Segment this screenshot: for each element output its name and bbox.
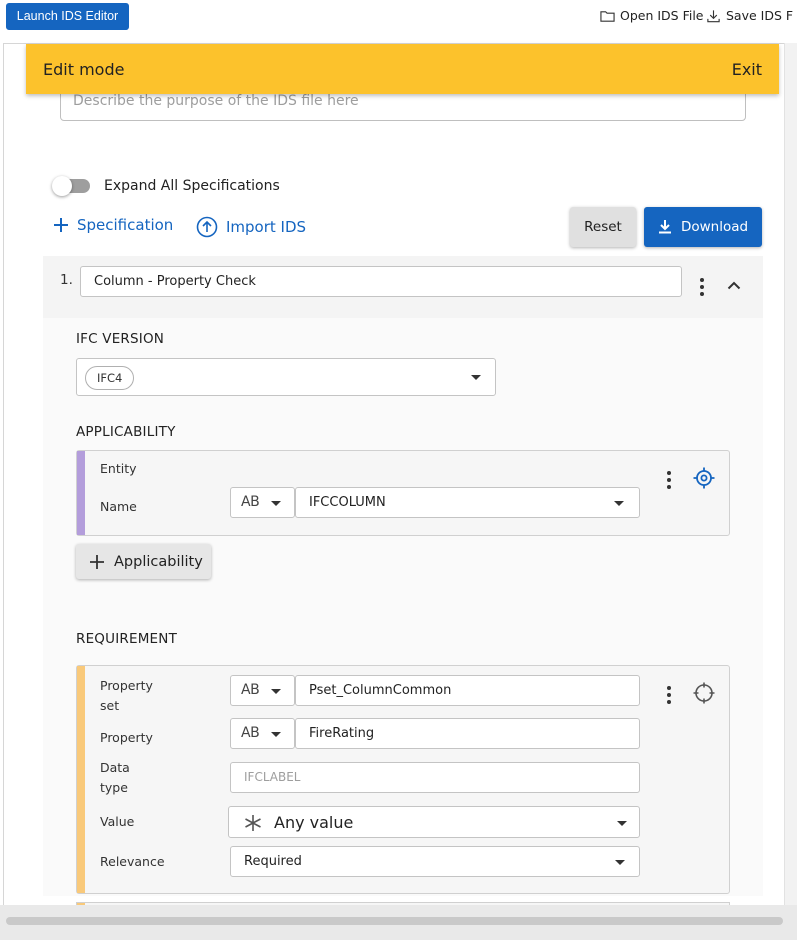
- value-label: Value: [100, 814, 135, 829]
- add-specification-label: Specification: [77, 216, 174, 234]
- entity-name-value: IFCCOLUMN: [309, 495, 386, 510]
- download-label: Download: [680, 219, 749, 235]
- ifc-version-label: IFC VERSION: [76, 331, 165, 347]
- expand-all-toggle-row: Expand All Specifications: [52, 176, 280, 196]
- specification-name-input[interactable]: Column - Property Check: [80, 266, 682, 297]
- asterisk-icon: [245, 815, 261, 831]
- save-ids-file-label: Save IDS F: [726, 8, 794, 23]
- add-specification-button[interactable]: Specification: [53, 216, 173, 234]
- property-set-input[interactable]: Pset_ColumnCommon: [295, 675, 640, 706]
- vertical-scrollbar[interactable]: [784, 43, 797, 913]
- applicability-more-icon[interactable]: [667, 471, 671, 492]
- chevron-down-icon: [615, 860, 625, 865]
- requirement-label: REQUIREMENT: [76, 631, 178, 647]
- value-text: Any value: [274, 813, 354, 832]
- chevron-up-icon[interactable]: [727, 280, 741, 290]
- relevance-select[interactable]: Required: [230, 846, 640, 877]
- folder-icon: [600, 10, 615, 22]
- requirement-card: Property set AB Pset_ColumnCommon Propert…: [76, 665, 730, 894]
- value-select[interactable]: Any value: [228, 806, 640, 838]
- upload-circle-icon: [196, 216, 218, 238]
- launch-ids-editor-button[interactable]: Launch IDS Editor: [6, 3, 129, 30]
- expand-all-label: Expand All Specifications: [104, 178, 280, 194]
- applicability-label: APPLICABILITY: [76, 424, 176, 440]
- chevron-down-icon: [471, 375, 481, 380]
- requirement-more-icon[interactable]: [667, 686, 671, 707]
- edit-mode-title: Edit mode: [43, 59, 125, 79]
- add-applicability-button[interactable]: Applicability: [76, 544, 211, 579]
- specification-more-icon[interactable]: [700, 278, 704, 299]
- toggle-knob: [52, 176, 72, 196]
- ifc-version-chip[interactable]: IFC4: [85, 366, 135, 390]
- ab-icon: AB: [241, 725, 260, 741]
- import-ids-button[interactable]: Import IDS: [196, 216, 306, 238]
- chevron-down-icon: [617, 821, 627, 826]
- expand-all-toggle[interactable]: [52, 176, 90, 196]
- plus-icon: [54, 218, 68, 232]
- property-label: Property: [100, 730, 153, 745]
- requirement-stripe: [77, 666, 85, 893]
- save-ids-file-button[interactable]: Save IDS F: [706, 8, 793, 23]
- ab-icon: AB: [241, 494, 260, 510]
- chevron-down-icon: [271, 501, 281, 506]
- target-icon[interactable]: [693, 467, 715, 489]
- download-button[interactable]: Download: [644, 207, 762, 247]
- chevron-down-icon: [614, 501, 624, 506]
- top-toolbar: Launch IDS Editor Open IDS File Save IDS…: [0, 0, 797, 44]
- download-icon: [658, 220, 671, 234]
- specification-index: 1.: [60, 272, 73, 288]
- property-set-mode-select[interactable]: AB: [230, 675, 295, 706]
- name-mode-select[interactable]: AB: [230, 487, 295, 518]
- import-ids-label: Import IDS: [226, 218, 307, 236]
- relevance-value: Required: [244, 854, 302, 869]
- horizontal-scrollbar-thumb[interactable]: [6, 917, 783, 925]
- relevance-label: Relevance: [100, 854, 165, 869]
- property-mode-select[interactable]: AB: [230, 718, 295, 749]
- data-type-label: Data type: [100, 760, 130, 795]
- data-type-input[interactable]: IFCLABEL: [230, 762, 640, 793]
- applicability-stripe: [77, 451, 85, 535]
- target-icon[interactable]: [693, 682, 715, 704]
- open-ids-file-button[interactable]: Open IDS File: [600, 8, 704, 23]
- exit-button[interactable]: Exit: [732, 60, 762, 79]
- entity-name-select[interactable]: IFCCOLUMN: [295, 487, 640, 518]
- plus-icon: [90, 554, 104, 569]
- chevron-down-icon: [271, 732, 281, 737]
- reset-button[interactable]: Reset: [570, 207, 636, 247]
- property-input[interactable]: FireRating: [295, 718, 640, 749]
- ifc-version-select[interactable]: IFC4: [76, 358, 496, 396]
- download-icon: [707, 9, 720, 22]
- property-set-label: Property set: [100, 678, 153, 713]
- name-label: Name: [100, 499, 137, 514]
- open-ids-file-label: Open IDS File: [620, 8, 704, 23]
- edit-mode-banner: Edit mode Exit: [26, 44, 779, 94]
- facet-type-label: Entity: [100, 461, 137, 476]
- applicability-card: Entity Name AB IFCCOLUMN: [76, 450, 730, 536]
- chevron-down-icon: [271, 689, 281, 694]
- ab-icon: AB: [241, 682, 260, 698]
- add-applicability-label: Applicability: [114, 553, 203, 570]
